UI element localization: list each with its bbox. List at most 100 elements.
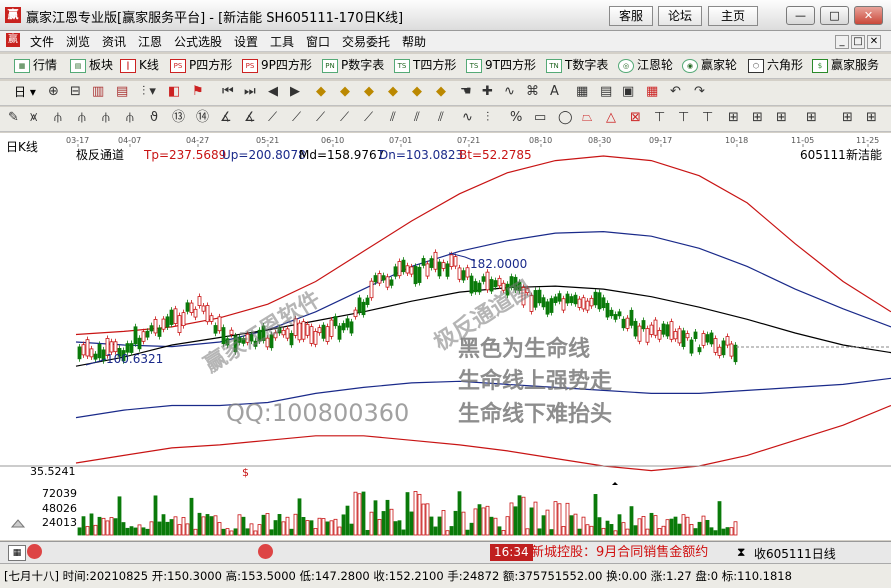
scroll-up-icon[interactable] [10, 519, 26, 528]
num-icon[interactable]: ⑬ [172, 107, 185, 129]
mdi-minimize-button[interactable]: _ [835, 35, 849, 49]
cycle-icon[interactable]: ⫶ [486, 107, 489, 129]
box-icon[interactable]: ▭ [534, 107, 546, 129]
percent-icon[interactable]: % [510, 107, 522, 129]
angle-icon[interactable]: ∡ [220, 107, 232, 129]
9p-square-button[interactable]: PS 9P四方形 [242, 54, 312, 76]
menu-formula-select[interactable]: 公式选股 [174, 33, 222, 50]
calendar-icon[interactable]: ▦ [576, 81, 588, 103]
channel3-icon[interactable]: ⫽ [438, 107, 444, 129]
p-number-table-button[interactable]: PN P数字表 [322, 54, 384, 76]
red-circle-icon[interactable] [27, 544, 42, 559]
winner-wheel-button[interactable]: ◉ 赢家轮 [682, 54, 737, 76]
angle2-icon[interactable]: ∡ [244, 107, 256, 129]
spiral-icon[interactable]: ϑ [150, 107, 158, 129]
channel-icon[interactable]: ⫽ [390, 107, 396, 129]
sectors-button[interactable]: ▤ 板块 [70, 54, 113, 76]
line-tool3-icon[interactable]: ⟋ [316, 107, 325, 129]
fan-icon[interactable]: ⩙ [30, 107, 37, 129]
hammer-icon[interactable]: ⊤ [654, 107, 665, 129]
zoom-icon[interactable]: ⊕ [48, 81, 59, 103]
t-number-table-button[interactable]: TN T数字表 [546, 54, 608, 76]
kline-button[interactable]: ┃ K线 [120, 54, 159, 76]
9t-square-button[interactable]: TS 9T四方形 [466, 54, 536, 76]
menu-gann[interactable]: 江恩 [138, 33, 162, 50]
grid-tool-icon[interactable]: ▣ [622, 81, 634, 103]
minimize-button[interactable]: — [786, 6, 815, 25]
menu-info[interactable]: 资讯 [102, 33, 126, 50]
homepage-button[interactable]: 主页 [708, 6, 758, 26]
customer-service-button[interactable]: 客服 [609, 6, 653, 26]
fib-icon[interactable]: ⑭ [196, 107, 209, 129]
menu-trade[interactable]: 交易委托 [342, 33, 390, 50]
menu-file[interactable]: 文件 [30, 33, 54, 50]
diamond-left-icon[interactable]: ◆ [364, 81, 374, 103]
menu-help[interactable]: 帮助 [402, 33, 426, 50]
last-page-icon[interactable]: ⏭ [244, 81, 256, 103]
magnet-icon[interactable]: ⌘ [526, 81, 539, 103]
menu-tools[interactable]: 工具 [270, 33, 294, 50]
gann-box-icon[interactable]: ⊠ [630, 107, 641, 129]
undo-icon[interactable]: ↶ [670, 81, 681, 103]
hammer3-icon[interactable]: ⊤ [702, 107, 713, 129]
gann-wheel-button[interactable]: ◎ 江恩轮 [618, 54, 673, 76]
candle-chart-icon[interactable]: ▤ [116, 81, 128, 103]
line-tool2-icon[interactable]: ⟋ [292, 107, 301, 129]
kline-chart[interactable]: 03-17 04-07 04-27 05-21 06-10 07-01 07-21 08-10… [0, 133, 891, 540]
ticker-news[interactable]: 新城控股：9月合同销售金额约 [531, 544, 731, 561]
diamond-reset-icon[interactable]: ◆ [436, 81, 446, 103]
menu-window[interactable]: 窗口 [306, 33, 330, 50]
chart-area[interactable]: 03-17 04-07 04-27 05-21 06-10 07-01 07-21 08-10… [0, 133, 891, 540]
grid5-icon[interactable]: ⊞ [806, 107, 817, 129]
fork3-icon[interactable]: ⫛ [102, 107, 110, 129]
bar-chart-icon[interactable]: ▥ [92, 81, 104, 103]
fork-icon[interactable]: ⫛ [54, 107, 62, 129]
line-chart-icon[interactable]: ⫶ ▾ [142, 81, 156, 103]
grid7-icon[interactable]: ⊞ [866, 107, 877, 129]
t-square-button[interactable]: TS T四方形 [394, 54, 456, 76]
p-square-button[interactable]: PS P四方形 [170, 54, 232, 76]
prev-icon[interactable]: ◀ [268, 81, 278, 103]
redo-icon[interactable]: ↷ [694, 81, 705, 103]
channel2-icon[interactable]: ⫽ [414, 107, 420, 129]
crosshair-icon[interactable]: ✚ [482, 81, 493, 103]
text-tool-icon[interactable]: A [550, 81, 559, 103]
grid3-icon[interactable]: ⊞ [752, 107, 763, 129]
menu-browse[interactable]: 浏览 [66, 33, 90, 50]
close-button[interactable]: ✕ [854, 6, 883, 25]
forum-button[interactable]: 论坛 [658, 6, 702, 26]
diamond-down-icon[interactable]: ◆ [340, 81, 350, 103]
red-circle-icon-2[interactable] [258, 544, 273, 559]
winner-service-button[interactable]: $ 赢家服务 [812, 54, 879, 76]
pencil-icon[interactable]: ✎ [8, 107, 19, 129]
tri-icon[interactable]: △ [606, 107, 616, 129]
hexagon-button[interactable]: ⬡ 六角形 [748, 54, 803, 76]
next-icon[interactable]: ▶ [290, 81, 300, 103]
trapezoid-icon[interactable]: ⏢ [582, 107, 592, 129]
fork2-icon[interactable]: ⫛ [78, 107, 86, 129]
line-tool-icon[interactable]: ⟋ [268, 107, 277, 129]
trend-icon[interactable]: ∿ [504, 81, 515, 103]
grid-small-icon[interactable]: ▦ [8, 545, 26, 561]
ellipse-icon[interactable]: ◯ [558, 107, 573, 129]
grid4-icon[interactable]: ⊞ [776, 107, 787, 129]
diamond-right-icon[interactable]: ◆ [388, 81, 398, 103]
menu-settings[interactable]: 设置 [234, 33, 258, 50]
line-tool5-icon[interactable]: ⟋ [364, 107, 373, 129]
grid2-icon[interactable]: ⊞ [728, 107, 739, 129]
hand-icon[interactable]: ☚ [460, 81, 472, 103]
quotes-button[interactable]: ▦ 行情 [14, 54, 57, 76]
draw-tool-icon[interactable]: ◧ [168, 81, 180, 103]
maximize-button[interactable]: □ [820, 6, 849, 25]
sine-icon[interactable]: ∿ [462, 107, 473, 129]
diamond-up-icon[interactable]: ◆ [316, 81, 326, 103]
mark-icon[interactable]: ▦ [646, 81, 658, 103]
fork4-icon[interactable]: ⫛ [126, 107, 134, 129]
first-page-icon[interactable]: ⏮ [222, 81, 234, 103]
line-tool4-icon[interactable]: ⟋ [340, 107, 349, 129]
period-dropdown[interactable]: 日 ▾ [14, 81, 36, 103]
ruler-icon[interactable]: ⊟ [70, 81, 81, 103]
diamond-fit-icon[interactable]: ◆ [412, 81, 422, 103]
grid6-icon[interactable]: ⊞ [842, 107, 853, 129]
flag-icon[interactable]: ⚑ [192, 81, 204, 103]
